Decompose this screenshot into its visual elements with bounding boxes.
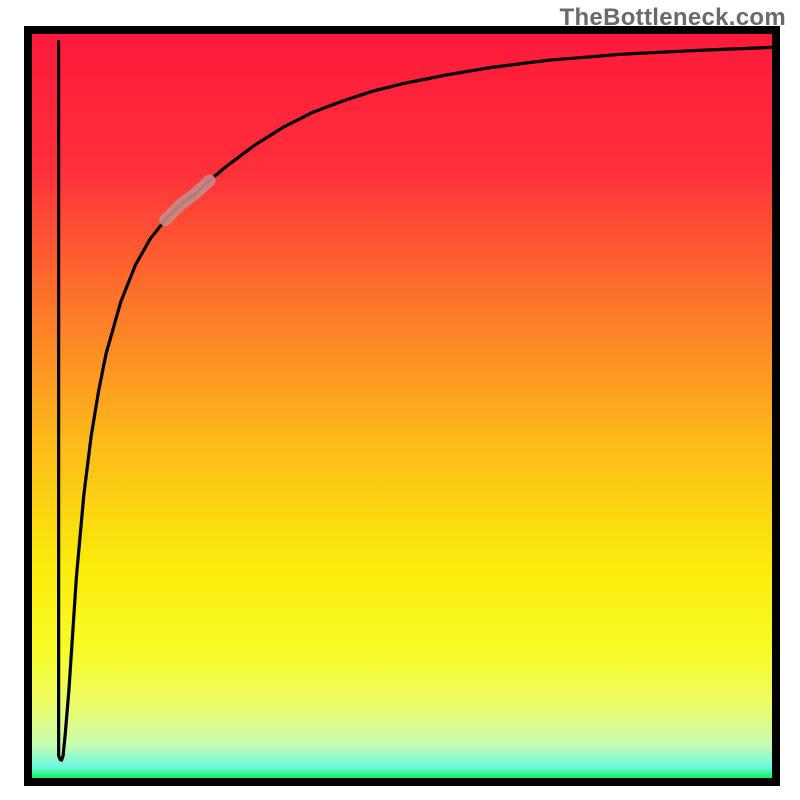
bottleneck-chart — [0, 0, 800, 800]
chart-stage: TheBottleneck.com — [0, 0, 800, 800]
plot-background — [32, 34, 772, 778]
watermark-text: TheBottleneck.com — [560, 4, 786, 32]
